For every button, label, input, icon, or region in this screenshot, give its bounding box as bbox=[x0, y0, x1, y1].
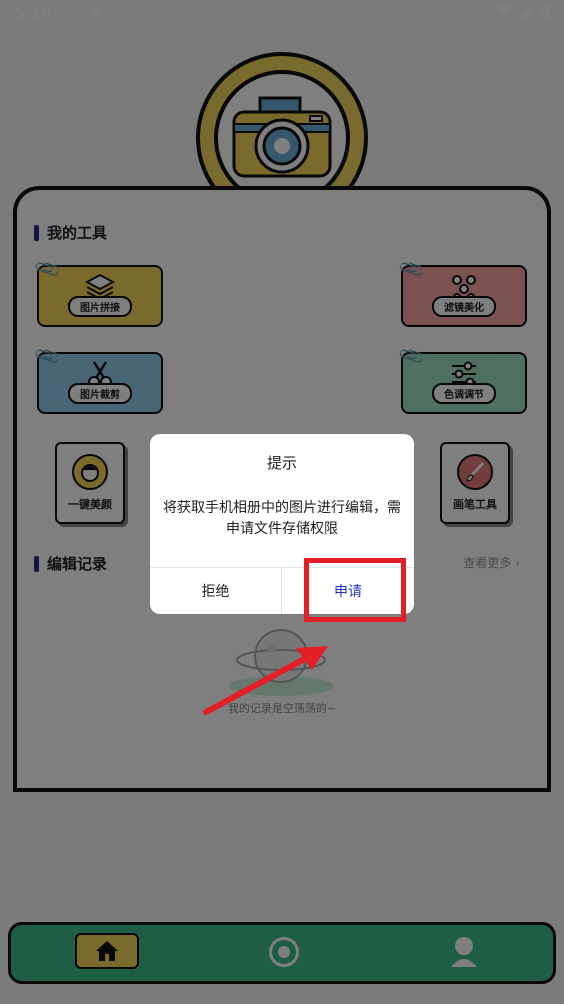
highlight-box bbox=[304, 558, 406, 622]
dialog-message: 将获取手机相册中的图片进行编辑，需申请文件存储权限 bbox=[163, 500, 401, 537]
reject-button[interactable]: 拒绝 bbox=[150, 568, 281, 614]
annotation-arrow-icon bbox=[203, 646, 328, 715]
dialog-title: 提示 bbox=[266, 454, 297, 472]
